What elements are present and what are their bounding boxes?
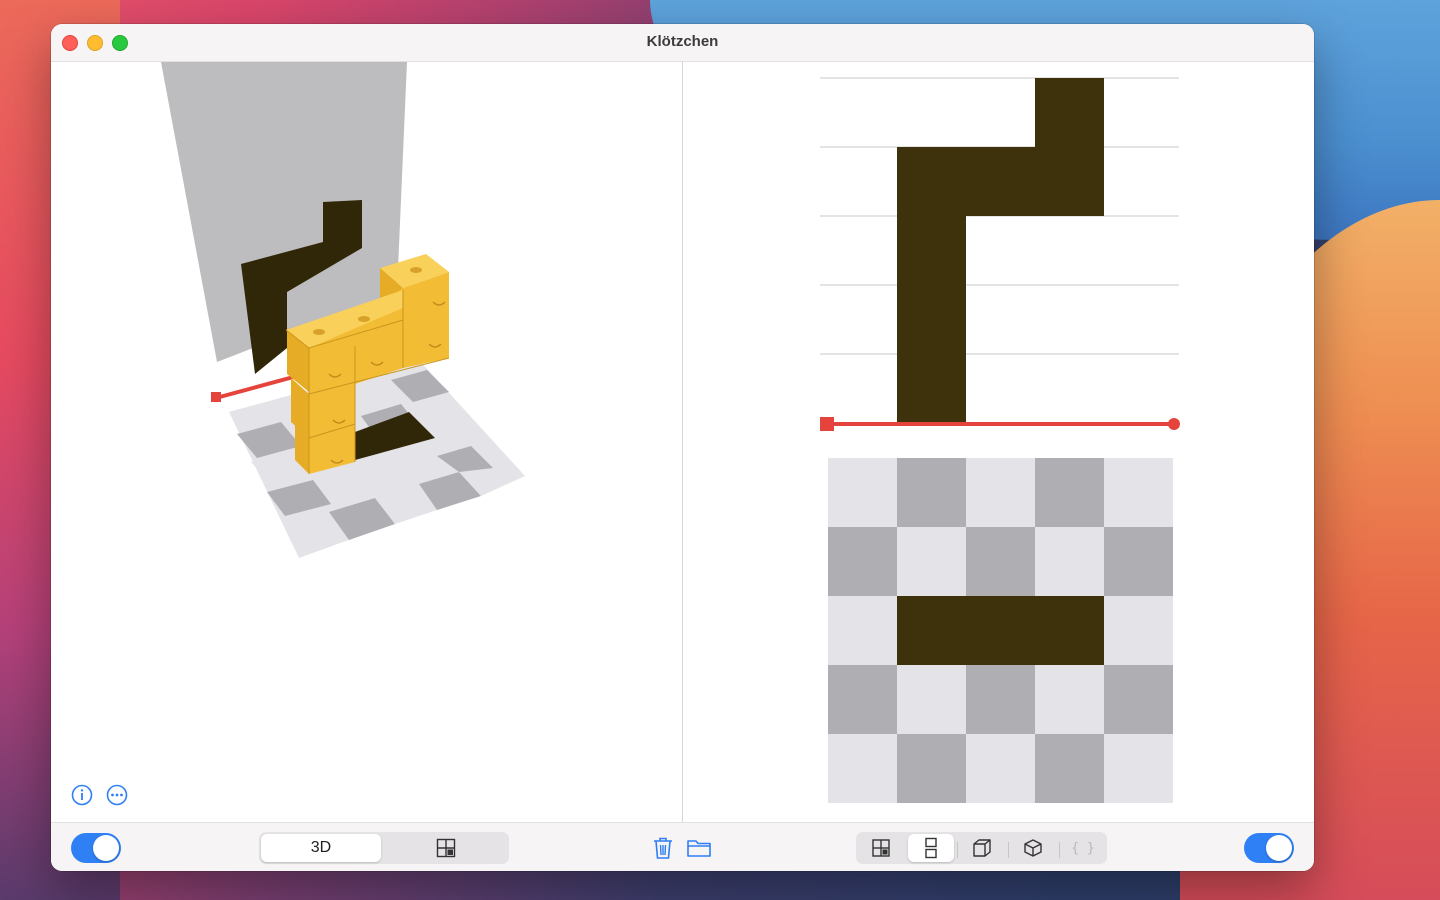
top-view-grid[interactable] (828, 458, 1173, 803)
projection-view (683, 62, 1314, 822)
toggle-knob (93, 835, 119, 861)
segment-separator (957, 842, 958, 858)
floor-grid (229, 360, 525, 558)
top-view-tile[interactable] (1104, 734, 1173, 803)
braces-icon: { } (1071, 840, 1095, 856)
side-axis-start-handle[interactable] (820, 417, 834, 431)
top-view-block[interactable] (1035, 596, 1104, 665)
top-view-tile[interactable] (828, 458, 897, 527)
side-view-block[interactable] (897, 354, 966, 423)
top-view-tile[interactable] (828, 596, 897, 665)
side-axis-end-handle[interactable] (1168, 418, 1180, 430)
top-view-tile[interactable] (1035, 665, 1104, 734)
info-icon[interactable] (71, 784, 93, 806)
window-title: Klötzchen (646, 33, 719, 50)
isometric-cube-icon (1024, 839, 1042, 857)
top-view-tile[interactable] (828, 734, 897, 803)
side-view-block[interactable] (1035, 78, 1104, 147)
top-view-tile[interactable] (897, 665, 966, 734)
side-view-block[interactable] (1035, 147, 1104, 216)
title-bar: Klötzchen (51, 24, 1314, 62)
segment-cube-outline[interactable] (959, 834, 1005, 862)
projection-segmented-control: { } (856, 832, 1107, 864)
top-view-block[interactable] (897, 596, 966, 665)
bottom-toolbar: 3D {} (51, 822, 1314, 871)
top-view-tile[interactable] (1035, 527, 1104, 596)
folder-icon[interactable] (686, 835, 712, 861)
view-mode-segmented-control: 3D (259, 832, 509, 864)
axis-line (215, 374, 298, 400)
top-view-tile[interactable] (897, 458, 966, 527)
projection-canvas[interactable] (683, 62, 1314, 822)
side-view-gridlines (820, 77, 1179, 424)
right-pane-toggle[interactable] (1244, 833, 1294, 863)
top-view-tile[interactable] (966, 734, 1035, 803)
top-view-tile[interactable] (966, 665, 1035, 734)
segment-isometric[interactable] (1010, 834, 1056, 862)
segment-separator (1008, 842, 1009, 858)
top-view-tile[interactable] (828, 665, 897, 734)
top-view-tile[interactable] (828, 527, 897, 596)
top-view-tile[interactable] (1104, 527, 1173, 596)
top-view-tile[interactable] (897, 734, 966, 803)
top-view-tile[interactable] (1104, 596, 1173, 665)
top-view-tile[interactable] (966, 527, 1035, 596)
trash-icon[interactable] (650, 835, 676, 861)
side-view-block[interactable] (966, 147, 1035, 216)
segment-grid[interactable] (385, 834, 507, 862)
app-window: Klötzchen 3D {} (51, 24, 1314, 871)
top-view-tile[interactable] (1035, 458, 1104, 527)
segment-separator (1059, 842, 1060, 858)
top-view-block[interactable] (966, 596, 1035, 665)
axis-handle[interactable] (211, 392, 221, 402)
side-view-blocks[interactable] (897, 78, 1104, 423)
side-view-block[interactable] (897, 216, 966, 285)
top-view-tile[interactable] (966, 458, 1035, 527)
top-view-tile[interactable] (1035, 734, 1104, 803)
cube-outline-icon (973, 839, 991, 857)
segment-quad-grid[interactable] (858, 834, 904, 862)
scene-3d-view[interactable] (51, 62, 682, 822)
top-view-tile[interactable] (1104, 665, 1173, 734)
segment-3d[interactable]: 3D (261, 834, 381, 862)
left-pane-toggle[interactable] (71, 833, 121, 863)
segment-stacked[interactable] (908, 834, 954, 862)
top-view-tile[interactable] (897, 527, 966, 596)
more-options-icon[interactable] (106, 784, 128, 806)
stacked-squares-icon (925, 837, 937, 859)
quad-grid-icon (872, 839, 890, 857)
segment-braces[interactable]: { } (1061, 834, 1105, 862)
toggle-knob (1266, 835, 1292, 861)
segment-3d-label: 3D (310, 839, 332, 856)
side-view-block[interactable] (897, 147, 966, 216)
side-view-block[interactable] (897, 285, 966, 354)
scene-3d-canvas[interactable] (51, 62, 682, 822)
top-view-tile[interactable] (1104, 458, 1173, 527)
grid-layout-icon (436, 838, 456, 858)
